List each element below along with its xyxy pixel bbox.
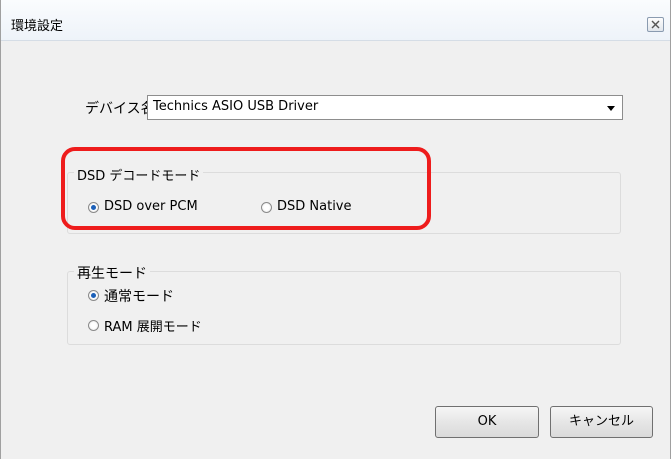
title-bar: 環境設定 bbox=[1, 0, 670, 41]
dropdown-arrow-icon bbox=[607, 106, 615, 111]
settings-dialog: 環境設定 デバイス名 Technics ASIO USB Driver DSD … bbox=[0, 0, 671, 459]
normal-mode-radio[interactable] bbox=[88, 290, 99, 301]
close-icon bbox=[651, 20, 660, 29]
highlight-annotation bbox=[61, 147, 431, 230]
playback-mode-group-title: 再生モード bbox=[74, 263, 150, 283]
device-name-label: デバイス名 bbox=[85, 101, 155, 117]
ok-button[interactable]: OK bbox=[435, 406, 539, 438]
normal-mode-label[interactable]: 通常モード bbox=[104, 286, 174, 306]
device-select[interactable]: Technics ASIO USB Driver bbox=[147, 95, 623, 120]
ram-mode-label[interactable]: RAM 展開モード bbox=[104, 316, 202, 335]
close-button[interactable] bbox=[647, 17, 664, 32]
window-title: 環境設定 bbox=[11, 19, 64, 34]
device-select-value: Technics ASIO USB Driver bbox=[153, 99, 319, 114]
ram-mode-radio[interactable] bbox=[88, 320, 99, 331]
cancel-button[interactable]: キャンセル bbox=[550, 406, 653, 438]
